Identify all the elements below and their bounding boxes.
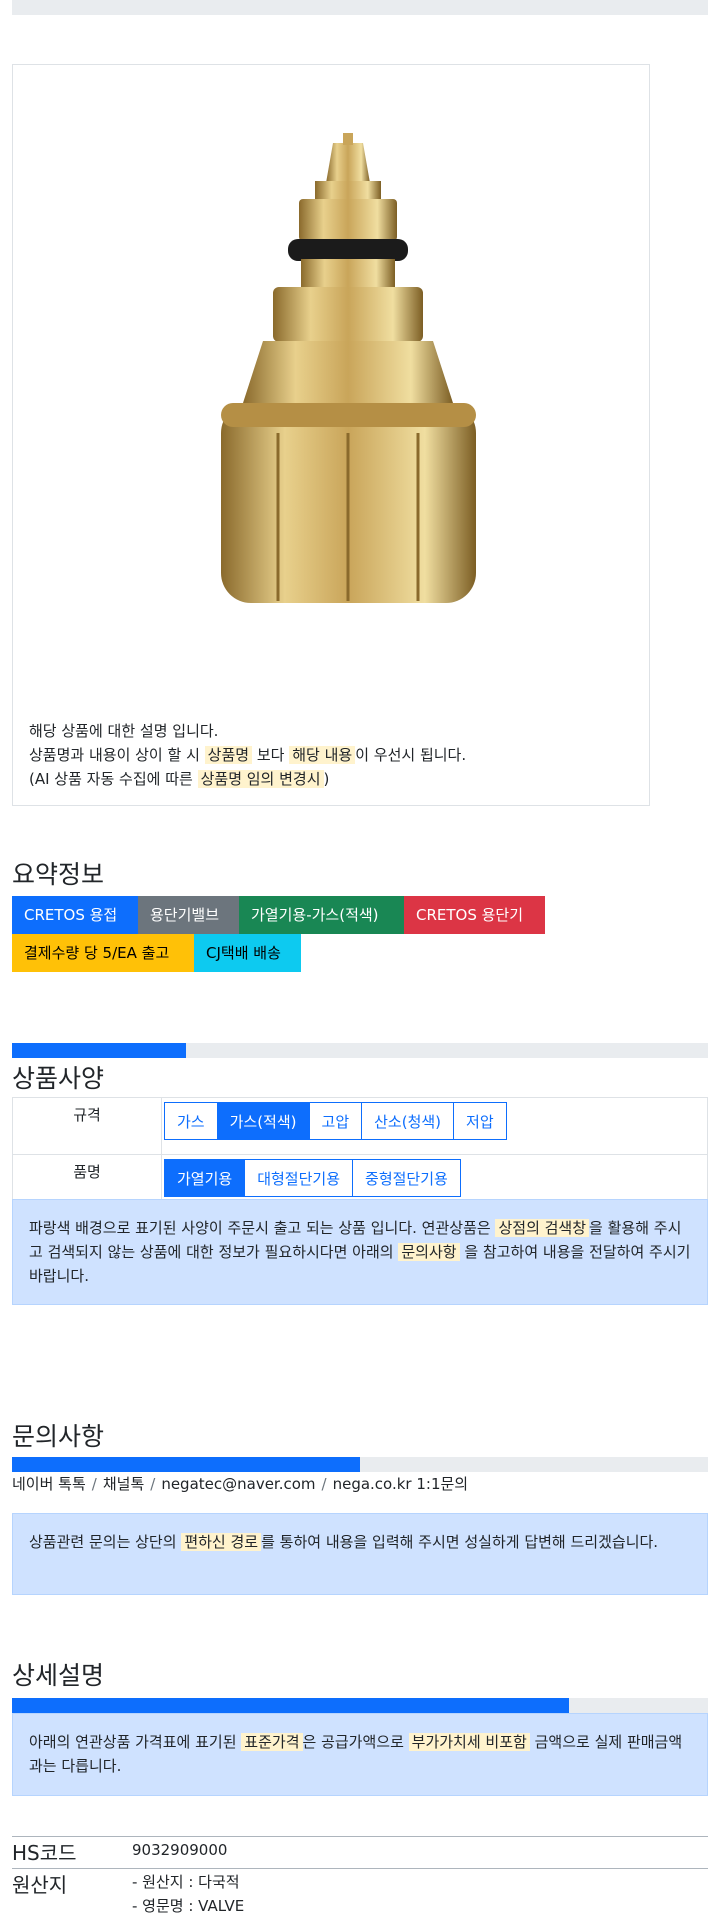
highlight-product-name: 상품명 (204, 746, 253, 764)
notice-text: 은 공급가액으로 (302, 1733, 404, 1751)
separator: / (91, 1475, 97, 1493)
highlight-name-change: 상품명 임의 변경시 (197, 770, 324, 788)
description-line-1: 해당 상품에 대한 설명 입니다. (29, 722, 219, 740)
spec-row-size: 규격 가스 가스(적색) 고압 산소(청색) 저압 (12, 1097, 708, 1155)
badge-product: CRETOS 용단기 (404, 896, 545, 934)
option-gas-red[interactable]: 가스(적색) (216, 1102, 310, 1140)
option-low-pressure[interactable]: 저압 (453, 1102, 507, 1140)
origin-row: 원산지 - 원산지 : 다국적 - 영문명 : VALVE (12, 1868, 708, 1918)
specs-progress-bar (12, 1043, 708, 1058)
badge-usage: 가열기용-가스(적색) (239, 896, 404, 934)
inquiry-title: 문의사항 (12, 1422, 105, 1451)
badge-shipping: CJ택배 배송 (194, 934, 301, 972)
hs-code-value: 9032909000 (132, 1841, 228, 1859)
description-text: ) (323, 770, 330, 788)
spec-label-size: 규격 (12, 1097, 162, 1155)
spec-options-cell: 가스 가스(적색) 고압 산소(청색) 저압 (161, 1097, 708, 1155)
top-divider-bar (12, 0, 708, 15)
notice-text: 상품관련 문의는 상단의 (29, 1533, 177, 1551)
description-line-3: (AI 상품 자동 수집에 따른 상품명 임의 변경시) (29, 767, 466, 791)
detail-progress-bar (12, 1698, 708, 1713)
specs-progress-fill (12, 1043, 186, 1058)
description-text: (AI 상품 자동 수집에 따른 (29, 770, 193, 788)
option-heater[interactable]: 가열기용 (164, 1159, 246, 1197)
hs-code-row: HS코드 9032909000 (12, 1836, 708, 1867)
option-large-cutter[interactable]: 대형절단기용 (244, 1159, 354, 1197)
notice-text: 파랑색 배경으로 표기된 사양이 주문시 출고 되는 상품 입니다. 연관상품은 (29, 1219, 491, 1237)
origin-line-2: - 영문명 : VALVE (132, 1897, 245, 1915)
inquiry-notice: 상품관련 문의는 상단의 편하신 경로 를 통하여 내용을 입력해 주시면 성실하… (12, 1513, 708, 1595)
specs-notice: 파랑색 배경으로 표기된 사양이 주문시 출고 되는 상품 입니다. 연관상품은… (12, 1199, 708, 1305)
detail-notice: 아래의 연관상품 가격표에 표기된 표준가격 은 공급가액으로 부가가치세 비포함… (12, 1713, 708, 1796)
highlight-route: 편하신 경로 (181, 1533, 262, 1551)
contact-breadcrumb: 네이버 톡톡 / 채널톡 / negatec@naver.com / nega.co.kr … (12, 1473, 468, 1494)
inquiry-progress-fill (12, 1457, 360, 1472)
badge-category: 용단기밸브 (138, 896, 239, 934)
option-gas[interactable]: 가스 (164, 1102, 218, 1140)
separator: / (321, 1475, 327, 1493)
option-high-pressure[interactable]: 고압 (308, 1102, 363, 1140)
highlight-content: 해당 내용 (289, 746, 356, 764)
description-text: 상품명과 내용이 상이 할 시 (29, 746, 200, 764)
badge-brand: CRETOS 용접 (12, 896, 138, 934)
description-text: 이 우선시 됩니다. (355, 746, 467, 764)
notice-text: 를 통하여 내용을 입력해 주시면 성실하게 답변해 드리겠습니다. (261, 1533, 659, 1551)
description-text: 보다 (256, 746, 285, 764)
channel-chat[interactable]: 채널톡 (103, 1475, 144, 1493)
specs-title: 상품사양 (12, 1064, 105, 1093)
detail-title: 상세설명 (12, 1661, 105, 1690)
notice-text: 아래의 연관상품 가격표에 표기된 (29, 1733, 237, 1751)
origin-line-1: - 원산지 : 다국적 (132, 1873, 240, 1891)
badge-quantity: 결제수량 당 5/EA 출고 (12, 934, 194, 972)
highlight-search: 상점의 검색창 (495, 1219, 590, 1237)
option-oxygen-blue[interactable]: 산소(청색) (361, 1102, 455, 1140)
description-line-2: 상품명과 내용이 상이 할 시 상품명 보다 해당 내용 이 우선시 됩니다. (29, 743, 466, 767)
origin-values: - 원산지 : 다국적 - 영문명 : VALVE (132, 1870, 244, 1918)
product-card: 해당 상품에 대한 설명 입니다. 상품명과 내용이 상이 할 시 상품명 보다… (12, 64, 650, 806)
product-image (173, 73, 528, 733)
highlight-inquiry: 문의사항 (398, 1243, 460, 1261)
hs-code-label: HS코드 (12, 1841, 77, 1865)
detail-progress-fill (12, 1698, 569, 1713)
specs-table: 규격 가스 가스(적색) 고압 산소(청색) 저압 품명 가열기용 대형절단기용… (12, 1097, 708, 1212)
separator: / (150, 1475, 156, 1493)
channel-email[interactable]: negatec@naver.com (161, 1475, 315, 1493)
product-description: 해당 상품에 대한 설명 입니다. 상품명과 내용이 상이 할 시 상품명 보다… (29, 719, 466, 791)
summary-title: 요약정보 (12, 860, 105, 889)
highlight-vat-excluded: 부가가치세 비포함 (408, 1733, 530, 1751)
highlight-standard-price: 표준가격 (241, 1733, 303, 1751)
channel-site-inquiry[interactable]: nega.co.kr 1:1문의 (333, 1475, 469, 1493)
origin-label: 원산지 (12, 1873, 68, 1897)
channel-naver-talk[interactable]: 네이버 톡톡 (12, 1475, 86, 1493)
inquiry-progress-bar (12, 1457, 708, 1472)
option-medium-cutter[interactable]: 중형절단기용 (352, 1159, 461, 1197)
